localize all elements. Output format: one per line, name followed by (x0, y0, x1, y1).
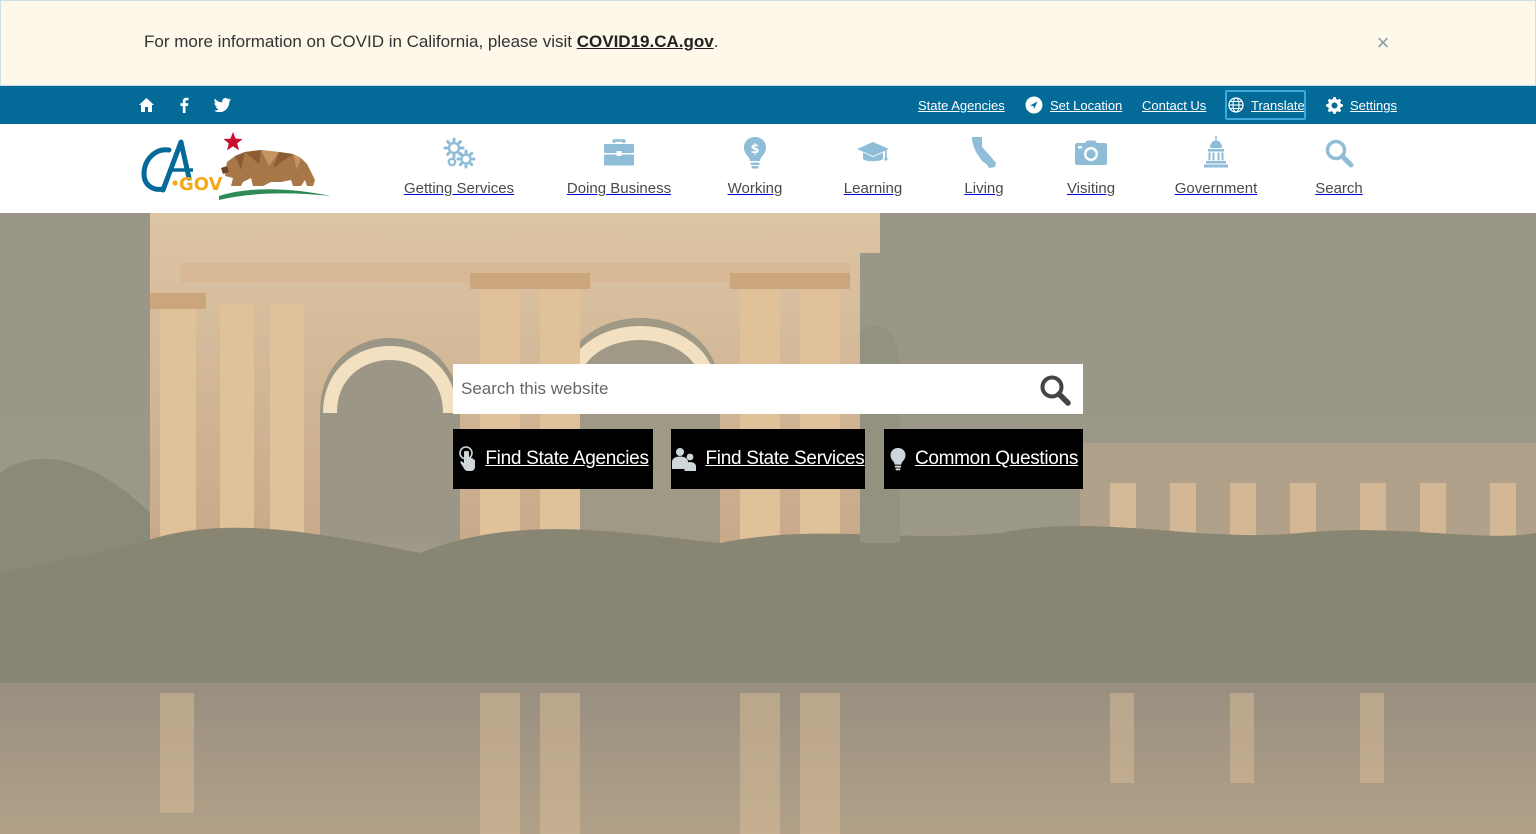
twitter-link[interactable] (210, 86, 234, 124)
pointer-hand-icon (459, 446, 476, 471)
find-state-services-button[interactable]: Find State Services (671, 429, 865, 489)
capitol-icon (1204, 136, 1228, 168)
camera-icon (1075, 140, 1107, 165)
home-icon (138, 98, 154, 112)
svg-text:GOV: GOV (179, 174, 223, 195)
facebook-icon (180, 97, 189, 113)
search-icon (1040, 375, 1071, 406)
gear-icon (1326, 96, 1343, 114)
nav-icon-wrap (442, 136, 476, 170)
state-agencies-link[interactable]: State Agencies (918, 86, 1005, 124)
graduation-cap-icon (857, 142, 889, 162)
find-state-agencies-button[interactable]: Find State Agencies (453, 429, 653, 489)
find-state-agencies-label: Find State Agencies (485, 448, 649, 469)
alert-text: For more information on COVID in Califor… (144, 32, 577, 51)
find-state-services-label: Find State Services (705, 448, 865, 469)
set-location-link[interactable]: Set Location (1025, 86, 1122, 124)
close-alert-button[interactable]: × (1371, 29, 1395, 57)
lightbulb-icon (890, 448, 906, 471)
settings-link[interactable]: Settings (1326, 86, 1397, 124)
common-questions-label: Common Questions (914, 448, 1079, 469)
location-icon (1025, 96, 1043, 114)
nav-government[interactable]: Government (1172, 124, 1260, 213)
nav-living[interactable]: Living (958, 124, 1010, 213)
nav-label: Living (964, 180, 1004, 197)
facebook-link[interactable] (172, 86, 196, 124)
contact-us-link[interactable]: Contact Us (1142, 86, 1206, 124)
ca-gov-logo[interactable]: GOV (141, 130, 333, 202)
nav-getting-services[interactable]: Getting Services (404, 124, 514, 213)
nav-icon-wrap (970, 136, 998, 170)
nav-search[interactable]: Search (1310, 124, 1368, 213)
briefcase-icon (604, 139, 634, 166)
alert-message: For more information on COVID in Califor… (144, 32, 718, 52)
people-icon (672, 448, 697, 471)
ca-gov-logo-image: GOV (141, 132, 331, 200)
gears-icon (443, 137, 476, 169)
nav-label: Doing Business (566, 180, 672, 197)
nav-doing-business[interactable]: Doing Business (566, 124, 672, 213)
nav-working[interactable]: $ Working (722, 124, 788, 213)
nav-icon-wrap (1324, 136, 1354, 170)
settings-label: Settings (1350, 97, 1397, 113)
nav-icon-wrap: $ (743, 136, 767, 170)
site-search-box (453, 364, 1083, 414)
alert-suffix: . (713, 32, 719, 51)
covid-alert-banner: For more information on COVID in Califor… (0, 0, 1536, 86)
svg-text:$: $ (750, 142, 759, 157)
nav-visiting[interactable]: Visiting (1060, 124, 1122, 213)
nav-icon-wrap (856, 136, 890, 170)
search-icon (1325, 139, 1354, 168)
nav-label: Government (1174, 180, 1258, 197)
hero-banner (0, 213, 1536, 834)
translate-focus-outline (1225, 90, 1306, 120)
twitter-icon (213, 98, 231, 112)
home-link[interactable] (134, 86, 158, 124)
nav-icon-wrap (1074, 136, 1108, 170)
site-search-input[interactable] (453, 364, 1033, 414)
nav-label: Working (727, 180, 783, 197)
nav-icon-wrap (1203, 136, 1229, 170)
nav-label: Getting Services (403, 180, 515, 197)
common-questions-button[interactable]: Common Questions (884, 429, 1083, 489)
contact-us-label: Contact Us (1142, 97, 1207, 113)
site-search-button[interactable] (1037, 372, 1073, 408)
california-icon (972, 137, 996, 168)
lightbulb-dollar-icon: $ (744, 137, 766, 169)
nav-label: Visiting (1066, 180, 1116, 197)
nav-icon-wrap (603, 136, 635, 170)
nav-label: Search (1315, 180, 1363, 197)
state-agencies-label: State Agencies (918, 97, 1005, 113)
hero-background-image (0, 213, 1536, 834)
nav-learning[interactable]: Learning (838, 124, 908, 213)
nav-label: Learning (843, 180, 903, 197)
set-location-label: Set Location (1050, 97, 1123, 113)
covid-link[interactable]: COVID19.CA.gov (577, 32, 714, 51)
